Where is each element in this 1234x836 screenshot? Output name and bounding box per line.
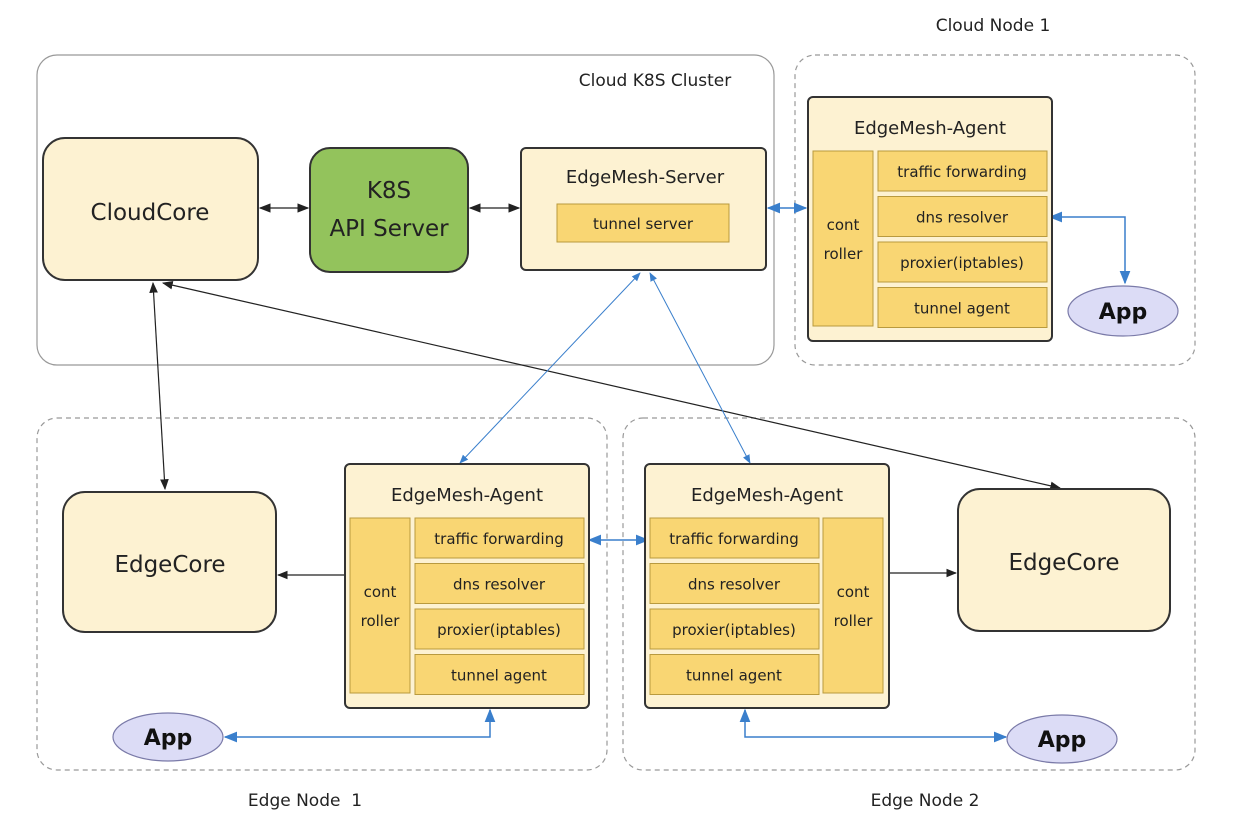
- tunnel-agent-label: tunnel agent: [451, 667, 547, 685]
- edgemesh-agent-edge-1-box: EdgeMesh-Agent cont roller traffic forwardi…: [344, 463, 590, 709]
- proxier-block: proxier(iptables): [877, 241, 1048, 283]
- traffic-forwarding-block: traffic forwarding: [649, 517, 820, 559]
- k8s-api-server-box: K8S API Server: [309, 147, 469, 273]
- controller-block: cont roller: [349, 517, 411, 694]
- server-title: EdgeMesh-Server: [566, 167, 725, 188]
- edgemesh-server-box: EdgeMesh-Server tunnel server: [520, 147, 767, 271]
- edgemesh-agent-cloud-box: EdgeMesh-Agent cont roller traffic forwardi…: [807, 96, 1053, 342]
- dns-app-arrow: [1048, 211, 1131, 285]
- controller-label: roller: [824, 245, 864, 263]
- traffic-forwarding-label: traffic forwarding: [669, 530, 798, 548]
- api-server-label: API Server: [329, 216, 449, 242]
- tunnel-agent-block: tunnel agent: [414, 654, 585, 695]
- app-cloud-node: App: [1067, 285, 1179, 337]
- controller-block: cont roller: [812, 150, 874, 327]
- traffic-forwarding-block: traffic forwarding: [877, 150, 1048, 192]
- agent-title: EdgeMesh-Agent: [391, 485, 543, 506]
- traffic-forwarding-label: traffic forwarding: [434, 530, 563, 548]
- controller-label: cont: [827, 216, 860, 234]
- dns-resolver-label: dns resolver: [688, 576, 781, 594]
- edgecore-1-box: EdgeCore: [62, 491, 277, 633]
- edgecore-label: EdgeCore: [1008, 550, 1119, 576]
- agent-title: EdgeMesh-Agent: [854, 118, 1006, 139]
- edge1-app-arrow: [223, 708, 496, 743]
- edgemesh-agent-edge-2-box: EdgeMesh-Agent cont roller traffic forwardi…: [644, 463, 890, 709]
- controller-label: roller: [834, 612, 874, 630]
- tunnel-agent-block: tunnel agent: [877, 287, 1048, 328]
- cloudcore-box: CloudCore: [42, 137, 259, 281]
- proxier-label: proxier(iptables): [900, 254, 1024, 272]
- controller-label: cont: [837, 583, 870, 601]
- edgemesh-architecture-diagram: Cloud K8S Cluster Cloud Node 1 Edge Node…: [36, 16, 1196, 811]
- proxier-block: proxier(iptables): [649, 608, 820, 650]
- controller-label: roller: [361, 612, 401, 630]
- dns-resolver-block: dns resolver: [414, 563, 585, 604]
- group-label: Edge Node 1: [248, 791, 362, 811]
- cloudcore-label: CloudCore: [91, 200, 210, 226]
- tunnel-agent-label: tunnel agent: [686, 667, 782, 685]
- k8s-label: K8S: [367, 178, 411, 204]
- dns-resolver-label: dns resolver: [453, 576, 546, 594]
- proxier-label: proxier(iptables): [437, 621, 561, 639]
- controller-block: cont roller: [822, 517, 884, 694]
- proxier-block: proxier(iptables): [414, 608, 585, 650]
- tunnel-server-label: tunnel server: [593, 215, 694, 233]
- traffic-forwarding-block: traffic forwarding: [414, 517, 585, 559]
- dns-resolver-label: dns resolver: [916, 209, 1009, 227]
- server-edge1-agent-arrow: [459, 272, 641, 464]
- group-label: Cloud K8S Cluster: [579, 71, 731, 91]
- traffic-forwarding-label: traffic forwarding: [897, 163, 1026, 181]
- dns-resolver-block: dns resolver: [649, 563, 820, 604]
- dns-resolver-block: dns resolver: [877, 196, 1048, 237]
- server-edge2-agent-arrow: [649, 272, 751, 464]
- app-edge-node-2: App: [1006, 714, 1118, 764]
- edgecore-2-box: EdgeCore: [957, 488, 1171, 632]
- group-label: Cloud Node 1: [936, 16, 1051, 36]
- agent-title: EdgeMesh-Agent: [691, 485, 843, 506]
- controller-label: cont: [364, 583, 397, 601]
- tunnel-agent-label: tunnel agent: [914, 300, 1010, 318]
- tunnel-agent-block: tunnel agent: [649, 654, 820, 695]
- group-label: Edge Node 2: [871, 791, 980, 811]
- app-edge-node-1: App: [112, 712, 224, 762]
- proxier-label: proxier(iptables): [672, 621, 796, 639]
- app-label: App: [1099, 300, 1148, 325]
- edgecore-label: EdgeCore: [114, 552, 225, 578]
- edge2-app-arrow: [739, 708, 1008, 743]
- cloudcore-edgecore1-arrow: [149, 281, 169, 491]
- app-label: App: [144, 726, 193, 751]
- app-label: App: [1038, 728, 1087, 753]
